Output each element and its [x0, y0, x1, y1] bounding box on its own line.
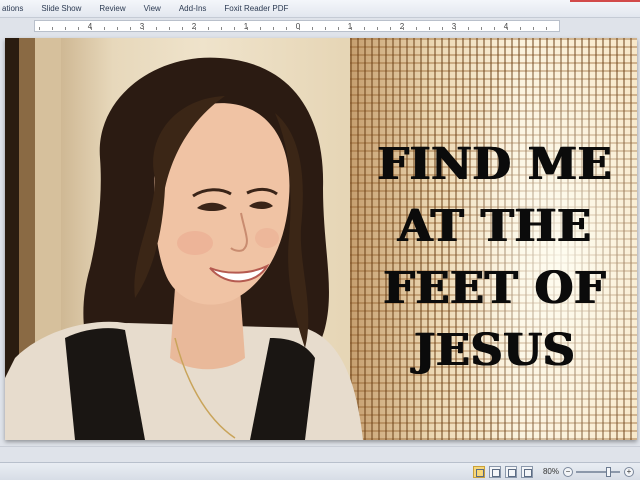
horizontal-ruler-area: 432101234 [0, 18, 640, 34]
ruler-tick [39, 27, 40, 30]
tab-slide-show[interactable]: Slide Show [32, 0, 90, 18]
slide[interactable]: FIND ME AT THE FEET OF JESUS [5, 38, 637, 440]
ruler-tick [143, 27, 144, 30]
ruler-tick [52, 27, 53, 30]
ruler-tick [455, 27, 456, 30]
ruler-tick [429, 27, 430, 30]
ruler-tick [351, 27, 352, 30]
tab-review[interactable]: Review [90, 0, 134, 18]
caption-line: FEET OF [383, 263, 607, 314]
status-bar: 80% − + [0, 462, 640, 480]
ruler-tick [65, 27, 66, 30]
zoom-out-button[interactable]: − [563, 466, 573, 477]
ruler-tick [338, 27, 339, 30]
caption-line: JESUS [414, 325, 576, 376]
tab-view[interactable]: View [135, 0, 170, 18]
ruler-tick [130, 27, 131, 30]
slide-caption-text[interactable]: FIND ME AT THE FEET OF JESUS [355, 134, 635, 382]
ruler-tick [156, 27, 157, 30]
ruler-tick [494, 27, 495, 30]
slideshow-icon[interactable] [520, 465, 533, 478]
ruler-tick [247, 27, 248, 30]
zoom-slider-thumb[interactable] [606, 466, 612, 477]
window-accent-line [570, 0, 640, 2]
slide-editing-pane[interactable]: FIND ME AT THE FEET OF JESUS [0, 34, 640, 446]
ruler-tick [546, 27, 547, 30]
ruler-tick [117, 27, 118, 30]
ruler-tick [533, 27, 534, 30]
ruler-tick [442, 27, 443, 30]
woman-portrait-image [5, 38, 363, 440]
ribbon-tab-bar: ations Slide Show Review View Add-Ins Fo… [0, 0, 640, 18]
notes-pane-divider[interactable] [0, 446, 640, 462]
ruler-tick [403, 27, 404, 30]
ruler-tick [273, 27, 274, 30]
ruler-tick [221, 27, 222, 30]
ruler-tick [507, 27, 508, 30]
ruler-tick [416, 27, 417, 30]
ruler-tick [182, 27, 183, 30]
ruler-tick [208, 27, 209, 30]
ruler-tick [520, 27, 521, 30]
ruler-tick [299, 27, 300, 30]
ruler-tick [286, 27, 287, 30]
ruler-tick [169, 27, 170, 30]
ruler-tick [260, 27, 261, 30]
ruler-tick [234, 27, 235, 30]
tab-foxit-reader-pdf[interactable]: Foxit Reader PDF [215, 0, 297, 18]
ruler-tick [325, 27, 326, 30]
caption-line: AT THE [398, 201, 592, 252]
ruler-tick [195, 27, 196, 30]
ruler-tick [364, 27, 365, 30]
slide-sorter-icon[interactable] [488, 465, 501, 478]
tab-animations[interactable]: ations [0, 0, 32, 18]
zoom-in-button[interactable]: + [624, 466, 634, 477]
ruler-tick [468, 27, 469, 30]
powerpoint-window: ations Slide Show Review View Add-Ins Fo… [0, 0, 640, 480]
reading-view-icon[interactable] [504, 465, 517, 478]
ruler-tick [377, 27, 378, 30]
tab-add-ins[interactable]: Add-Ins [170, 0, 216, 18]
ruler-tick [104, 27, 105, 30]
horizontal-ruler[interactable]: 432101234 [34, 20, 560, 32]
ruler-tick [481, 27, 482, 30]
zoom-slider[interactable] [576, 466, 620, 477]
ruler-tick [78, 27, 79, 30]
zoom-level-label[interactable]: 80% [543, 467, 559, 476]
ruler-tick [390, 27, 391, 30]
ruler-tick [312, 27, 313, 30]
normal-view-icon[interactable] [472, 465, 485, 478]
caption-line: FIND ME [377, 139, 613, 190]
ruler-tick [91, 27, 92, 30]
